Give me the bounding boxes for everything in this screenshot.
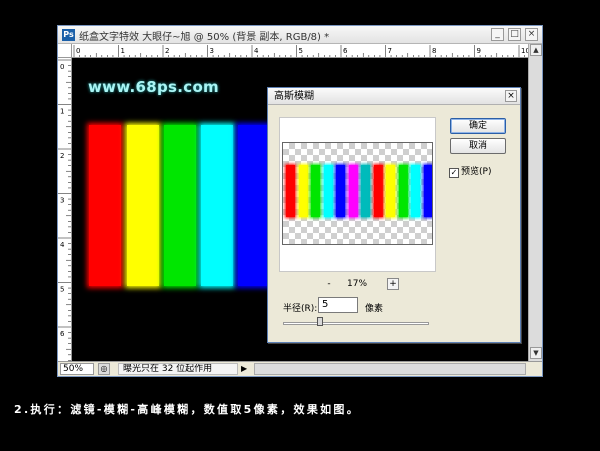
preview-bar	[386, 165, 395, 217]
preview-zoom-controls: - 17% +	[279, 278, 436, 292]
ok-button[interactable]: 确定	[450, 118, 506, 134]
ruler-label: 3	[210, 47, 214, 55]
close-button[interactable]: ×	[525, 28, 538, 41]
watermark-text: www.68ps.com	[88, 78, 219, 96]
vertical-ruler-ticks: 0 1 2 3 4 5 6	[58, 59, 71, 361]
status-bar: 50% ◎ 曝光只在 32 位起作用 ▶	[58, 361, 542, 376]
cancel-button[interactable]: 取消	[450, 138, 506, 154]
gaussian-blur-dialog: 高斯模糊 × - 17% + 确定 取消 ✓ 预览(P) 半径(R): 5 像素	[267, 87, 521, 343]
preview-bar	[361, 165, 370, 217]
zoom-out-button[interactable]: -	[323, 278, 335, 290]
ruler-label: 5	[299, 47, 303, 55]
ruler-label: 6	[343, 47, 348, 55]
preview-bar	[348, 165, 358, 217]
radius-unit: 像素	[365, 304, 384, 314]
ruler-label: 1	[60, 108, 64, 116]
status-info-icon[interactable]: ◎	[98, 363, 110, 375]
preview-bar	[323, 165, 333, 217]
ruler-label: 6	[60, 330, 65, 338]
ruler-label: 1	[121, 47, 125, 55]
photoshop-logo-icon: Ps	[62, 29, 75, 41]
preview-bar	[286, 165, 295, 217]
blue-bar	[238, 125, 270, 286]
scroll-up-icon[interactable]: ▲	[530, 44, 542, 56]
preview-bar	[411, 165, 420, 217]
preview-bar	[423, 165, 432, 217]
ruler-label: 2	[60, 152, 64, 160]
maximize-button[interactable]: □	[508, 28, 521, 41]
ruler-corner[interactable]	[58, 44, 72, 58]
cyan-bar	[201, 125, 233, 286]
radius-label: 半径(R):	[283, 304, 318, 314]
zoom-in-button[interactable]: +	[387, 278, 399, 290]
ruler-label: 7	[388, 47, 392, 55]
vertical-ruler[interactable]: 0 1 2 3 4 5 6	[58, 58, 72, 361]
blur-preview-area[interactable]	[279, 117, 436, 272]
preview-bar	[298, 165, 308, 217]
blur-preview-image[interactable]	[282, 142, 433, 245]
horizontal-scrollbar[interactable]	[254, 363, 526, 375]
ruler-label: 0	[60, 63, 64, 71]
zoom-field[interactable]: 50%	[60, 363, 94, 375]
preview-bar	[336, 165, 345, 217]
preview-checkbox-label: 预览(P)	[461, 167, 492, 177]
yellow-bar	[127, 125, 159, 286]
status-message: 曝光只在 32 位起作用	[118, 363, 238, 375]
preview-bar	[373, 165, 383, 217]
horizontal-ruler-ticks: 0 1 2 3 4 5 6 7 8 9 10	[73, 45, 528, 57]
radius-input[interactable]: 5	[318, 297, 358, 313]
ruler-label: 10	[521, 47, 528, 55]
scroll-down-icon[interactable]: ▼	[530, 347, 542, 359]
ruler-label: 3	[60, 197, 64, 205]
document-title: 纸盒文字特效 大眼仔~旭 @ 50% (背景 副本, RGB/8) *	[79, 32, 330, 43]
preview-bar	[311, 165, 320, 217]
status-menu-arrow-icon[interactable]: ▶	[241, 364, 247, 373]
minimize-button[interactable]: _	[491, 28, 504, 41]
green-bar	[164, 125, 196, 286]
ruler-label: 4	[254, 47, 259, 55]
radius-slider-track[interactable]	[283, 322, 429, 325]
dialog-title[interactable]: 高斯模糊 ×	[268, 88, 520, 105]
preview-zoom-level: 17%	[347, 279, 368, 289]
ruler-label: 4	[60, 241, 65, 249]
ruler-label: 9	[477, 47, 481, 55]
ruler-label: 8	[432, 47, 436, 55]
ruler-label: 0	[76, 47, 80, 55]
preview-checkbox-box[interactable]: ✓	[449, 168, 459, 178]
dialog-title-text: 高斯模糊	[274, 91, 314, 102]
horizontal-ruler[interactable]: 0 1 2 3 4 5 6 7 8 9 10	[72, 44, 528, 58]
red-bar	[89, 125, 121, 286]
ruler-label: 2	[165, 47, 169, 55]
vertical-scrollbar[interactable]: ▲ ▼	[528, 44, 542, 361]
preview-bar	[398, 165, 408, 217]
tutorial-caption: 2.执行：滤镜-模糊-高峰模糊，数值取5像素，效果如图。	[14, 403, 361, 416]
ruler-label: 5	[60, 286, 64, 294]
preview-checkbox[interactable]: ✓ 预览(P)	[449, 164, 491, 178]
radius-slider-thumb[interactable]	[316, 317, 323, 326]
dialog-close-button[interactable]: ×	[505, 90, 517, 102]
document-titlebar[interactable]: Ps 纸盒文字特效 大眼仔~旭 @ 50% (背景 副本, RGB/8) * _…	[58, 26, 542, 44]
